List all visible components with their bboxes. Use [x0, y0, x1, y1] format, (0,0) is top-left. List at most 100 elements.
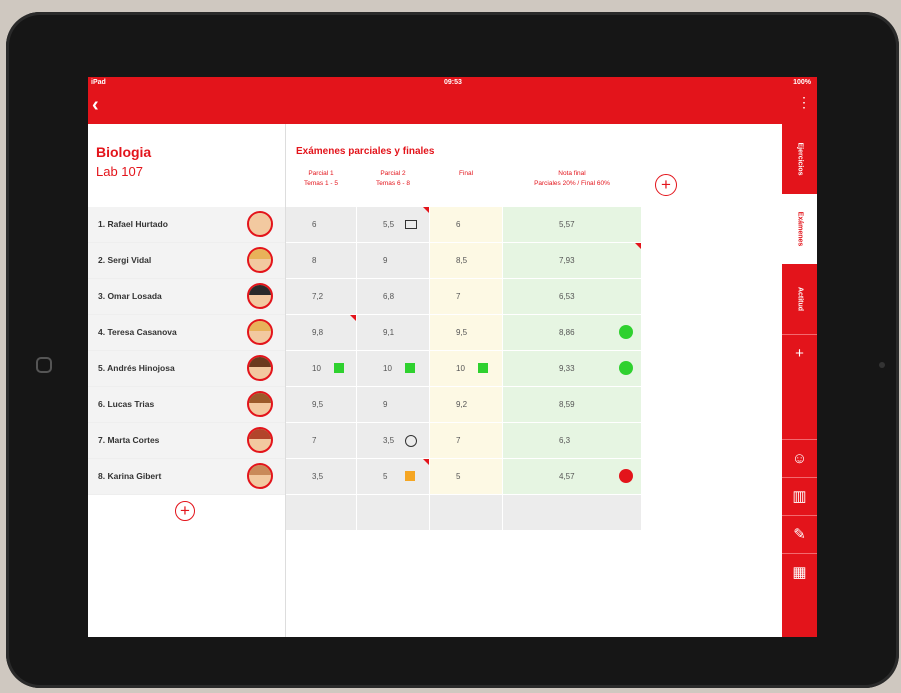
grade-value: 8,5 — [456, 256, 468, 265]
avatar-hair — [249, 249, 271, 259]
pencil-icon[interactable]: ✎ — [782, 515, 817, 553]
grade-cell-nota[interactable]: 8,59 — [503, 387, 641, 422]
grade-cell-p2[interactable]: 5 — [357, 459, 429, 494]
avatar-hair — [249, 429, 271, 439]
grade-cell-nota[interactable]: 6,3 — [503, 423, 641, 458]
avatar[interactable] — [247, 211, 273, 237]
status-dot — [619, 325, 633, 339]
student-row[interactable]: 1. Rafael Hurtado — [88, 207, 285, 243]
home-button[interactable] — [36, 357, 52, 373]
grade-cell-p1[interactable]: 7 — [286, 423, 356, 458]
grade-cell-final[interactable]: 6 — [430, 207, 502, 242]
add-student-button[interactable]: + — [175, 501, 195, 521]
avatar[interactable] — [247, 247, 273, 273]
grade-cell-p2[interactable]: 6,8 — [357, 279, 429, 314]
grade-cell-nota[interactable]: 5,57 — [503, 207, 641, 242]
col-parcial-1[interactable]: Parcial 1 Temas 1 - 5 — [286, 169, 356, 189]
grade-cell-p1[interactable]: 7,2 — [286, 279, 356, 314]
avatar[interactable] — [247, 283, 273, 309]
student-row[interactable]: 3. Omar Losada — [88, 279, 285, 315]
grade-cell-final[interactable]: 10 — [430, 351, 502, 386]
grade-value: 9,5 — [456, 328, 468, 337]
avatar[interactable] — [247, 427, 273, 453]
grade-cell-p2[interactable]: 5,5 — [357, 207, 429, 242]
grade-cell-p1[interactable]: 8 — [286, 243, 356, 278]
grade-cell-p2[interactable]: 10 — [357, 351, 429, 386]
plus-icon[interactable]: + — [782, 334, 817, 372]
grade-cell-final[interactable]: 7 — [430, 279, 502, 314]
grades-panel: Exámenes parciales y finales Parcial 1 T… — [286, 124, 782, 637]
grade-value: 6 — [312, 220, 317, 229]
student-row[interactable]: 8. Karina Gibert — [88, 459, 285, 495]
side-tabs: Ejercicios Exámenes Actitud + ☺ ▥ ✎ ▦ — [782, 124, 817, 637]
camera — [879, 362, 885, 368]
mail-icon[interactable] — [405, 220, 417, 229]
col-nota-final[interactable]: Nota final Parciales 20% / Final 60% — [503, 169, 641, 189]
grade-cell-final[interactable]: 9,2 — [430, 387, 502, 422]
grade-cell-nota[interactable]: 8,86 — [503, 315, 641, 350]
student-row[interactable]: 4. Teresa Casanova — [88, 315, 285, 351]
avatar[interactable] — [247, 391, 273, 417]
grade-cell-final[interactable]: 7 — [430, 423, 502, 458]
top-bar: iPad 09:53 100% ‹ ⋮ — [88, 77, 817, 124]
book-icon[interactable]: ▥ — [782, 477, 817, 515]
grade-value: 9,2 — [456, 400, 468, 409]
student-row[interactable]: 5. Andrés Hinojosa — [88, 351, 285, 387]
grade-cell-final[interactable]: 8,5 — [430, 243, 502, 278]
comment-marker — [635, 243, 641, 249]
tab-examenes[interactable]: Exámenes — [782, 194, 817, 264]
grade-cell-p1[interactable]: 3,5 — [286, 459, 356, 494]
tab-actitud[interactable]: Actitud — [782, 264, 817, 334]
user-icon[interactable]: ☺ — [782, 439, 817, 477]
avatar[interactable] — [247, 355, 273, 381]
grade-value: 5,5 — [383, 220, 395, 229]
empty-cell[interactable] — [286, 495, 356, 530]
empty-cell[interactable] — [503, 495, 641, 530]
chevron-left-icon[interactable]: ‹ — [92, 95, 99, 115]
more-vertical-icon[interactable]: ⋮ — [797, 95, 811, 109]
col-sub: Temas 6 - 8 — [376, 180, 410, 187]
grade-cell-p1[interactable]: 9,5 — [286, 387, 356, 422]
avatar[interactable] — [247, 463, 273, 489]
grade-cell-p2[interactable]: 9,1 — [357, 315, 429, 350]
grade-cell-nota[interactable]: 6,53 — [503, 279, 641, 314]
empty-row — [286, 495, 641, 531]
calculator-icon[interactable]: ▦ — [782, 553, 817, 591]
student-row[interactable]: 6. Lucas Trias — [88, 387, 285, 423]
grade-cell-final[interactable]: 9,5 — [430, 315, 502, 350]
tab-label: Actitud — [796, 286, 803, 312]
student-name: 6. Lucas Trias — [98, 399, 155, 409]
grade-cell-nota[interactable]: 9,33 — [503, 351, 641, 386]
status-time: 09:53 — [444, 79, 462, 86]
grade-cell-p1[interactable]: 10 — [286, 351, 356, 386]
avatar[interactable] — [247, 319, 273, 345]
student-row[interactable]: 2. Sergi Vidal — [88, 243, 285, 279]
grade-value: 6,53 — [559, 292, 575, 301]
tab-ejercicios[interactable]: Ejercicios — [782, 124, 817, 194]
empty-cell[interactable] — [357, 495, 429, 530]
col-sub: Temas 1 - 5 — [304, 180, 338, 187]
grade-cell-p2[interactable]: 3,5 — [357, 423, 429, 458]
empty-cell[interactable] — [430, 495, 502, 530]
status-dot — [619, 361, 633, 375]
grade-row: 9,5 9 9,2 8,59 — [286, 387, 641, 423]
grade-value: 8,59 — [559, 400, 575, 409]
student-row[interactable]: 7. Marta Cortes — [88, 423, 285, 459]
grade-value: 9 — [383, 400, 388, 409]
grade-cell-p1[interactable]: 9,8 — [286, 315, 356, 350]
add-column-button[interactable]: + — [655, 174, 677, 196]
student-name: 3. Omar Losada — [98, 291, 162, 301]
col-parcial-2[interactable]: Parcial 2 Temas 6 - 8 — [357, 169, 429, 189]
grade-cell-nota[interactable]: 7,93 — [503, 243, 641, 278]
sad-face-icon[interactable] — [405, 435, 417, 447]
student-name: 4. Teresa Casanova — [98, 327, 177, 337]
grade-value: 9,8 — [312, 328, 324, 337]
col-label: Nota final — [558, 170, 586, 177]
grade-cell-p2[interactable]: 9 — [357, 387, 429, 422]
grade-cell-p2[interactable]: 9 — [357, 243, 429, 278]
grade-cell-final[interactable]: 5 — [430, 459, 502, 494]
grade-cell-p1[interactable]: 6 — [286, 207, 356, 242]
student-name: 2. Sergi Vidal — [98, 255, 152, 265]
grade-cell-nota[interactable]: 4,57 — [503, 459, 641, 494]
col-final[interactable]: Final — [430, 169, 502, 179]
